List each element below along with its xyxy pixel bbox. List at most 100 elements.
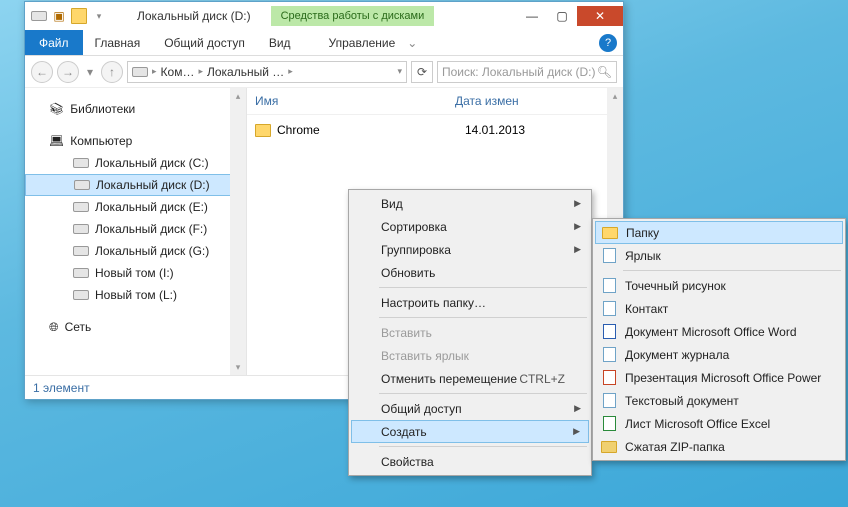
new-text[interactable]: Текстовый документ [595, 389, 843, 412]
col-date[interactable]: Дата измен [455, 94, 519, 108]
new-word[interactable]: Документ Microsoft Office Word [595, 320, 843, 343]
nav-drive-f[interactable]: Локальный диск (F:) [25, 218, 246, 240]
ctx-properties[interactable]: Свойства [351, 450, 589, 473]
separator [379, 446, 587, 447]
nav-drive-c[interactable]: Локальный диск (C:) [25, 152, 246, 174]
tab-file[interactable]: Файл [25, 30, 83, 55]
nav-label: Локальный диск (E:) [95, 200, 208, 214]
new-shortcut[interactable]: Ярлык [595, 244, 843, 267]
nav-drive-d[interactable]: Локальный диск (D:) [25, 174, 246, 196]
maximize-button[interactable]: ▢ [547, 6, 577, 26]
drive-icon [73, 268, 89, 278]
nav-computer[interactable]: 💻︎Компьютер [25, 130, 246, 152]
ctx-group[interactable]: Группировка▶ [351, 238, 589, 261]
network-icon: 🌐︎ [49, 320, 59, 335]
ctx-view[interactable]: Вид▶ [351, 192, 589, 215]
ctx-label: Отменить перемещение [381, 372, 517, 386]
drive-icon [132, 67, 148, 77]
breadcrumb-2[interactable]: Локальный … [207, 65, 284, 79]
drive-icon [73, 224, 89, 234]
refresh-button[interactable]: ⟳ [411, 61, 433, 83]
ctx-new[interactable]: Создать▶ [351, 420, 589, 443]
history-chevron-icon[interactable]: ▾ [83, 65, 97, 79]
search-input[interactable]: Поиск: Локальный диск (D:) 🔍︎ [437, 61, 617, 83]
nav-drive-i[interactable]: Новый том (I:) [25, 262, 246, 284]
ribbon-expand-icon[interactable]: ⌄ [407, 36, 417, 50]
ctx-label: Настроить папку… [381, 296, 486, 310]
address-box[interactable]: ▸ Ком… ▸ Локальный … ▸ ▾ [127, 61, 407, 83]
journal-icon [601, 347, 617, 363]
new-powerpoint[interactable]: Презентация Microsoft Office Power [595, 366, 843, 389]
new-folder-icon[interactable] [71, 8, 87, 24]
minimize-button[interactable]: — [517, 6, 547, 26]
tab-manage[interactable]: Управление [317, 30, 408, 55]
ctx-undo-move[interactable]: Отменить перемещениеCTRL+Z [351, 367, 589, 390]
list-item[interactable]: Chrome 14.01.2013 [247, 119, 623, 141]
nav-label: Сеть [65, 320, 92, 334]
drive-icon [73, 290, 89, 300]
ctx-sort[interactable]: Сортировка▶ [351, 215, 589, 238]
ribbon-tabs: Файл Главная Общий доступ Вид Управление… [25, 30, 623, 56]
close-button[interactable]: ✕ [577, 6, 623, 26]
new-bitmap[interactable]: Точечный рисунок [595, 274, 843, 297]
ctx-label: Документ Microsoft Office Word [625, 325, 797, 339]
nav-drive-e[interactable]: Локальный диск (E:) [25, 196, 246, 218]
ctx-paste-shortcut: Вставить ярлык [351, 344, 589, 367]
contextual-tab-label[interactable]: Средства работы с дисками [271, 6, 435, 26]
tab-home[interactable]: Главная [83, 30, 153, 55]
new-folder[interactable]: Папку [595, 221, 843, 244]
breadcrumb-sep[interactable]: ▸ [288, 66, 293, 77]
ctx-label: Лист Microsoft Office Excel [625, 417, 770, 431]
address-chevron-icon[interactable]: ▾ [397, 66, 402, 77]
folder-icon [602, 225, 618, 241]
ctx-share[interactable]: Общий доступ▶ [351, 397, 589, 420]
back-button[interactable]: ← [31, 61, 53, 83]
nav-label: Новый том (L:) [95, 288, 177, 302]
ctx-label: Точечный рисунок [625, 279, 726, 293]
tab-view[interactable]: Вид [257, 30, 303, 55]
separator [623, 270, 841, 271]
nav-network[interactable]: 🌐︎ Сеть [25, 316, 246, 338]
new-contact[interactable]: Контакт [595, 297, 843, 320]
submenu-arrow-icon: ▶ [574, 403, 581, 414]
submenu-arrow-icon: ▶ [573, 426, 580, 437]
help-button[interactable]: ? [599, 34, 617, 52]
excel-icon [601, 416, 617, 432]
ctx-customize[interactable]: Настроить папку… [351, 291, 589, 314]
nav-drive-g[interactable]: Локальный диск (G:) [25, 240, 246, 262]
nav-label: Библиотеки [70, 102, 135, 116]
new-excel[interactable]: Лист Microsoft Office Excel [595, 412, 843, 435]
nav-libraries[interactable]: 📚︎ Библиотеки [25, 98, 246, 120]
nav-label: Локальный диск (D:) [96, 178, 210, 192]
forward-button[interactable]: → [57, 61, 79, 83]
breadcrumb-1[interactable]: Ком… [161, 65, 195, 79]
tab-share[interactable]: Общий доступ [152, 30, 257, 55]
address-bar: ← → ▾ ↑ ▸ Ком… ▸ Локальный … ▸ ▾ ⟳ Поиск… [25, 56, 623, 88]
col-name[interactable]: Имя [255, 94, 455, 108]
drive-icon [73, 246, 89, 256]
nav-drive-l[interactable]: Новый том (L:) [25, 284, 246, 306]
separator [379, 393, 587, 394]
up-button[interactable]: ↑ [101, 61, 123, 83]
nav-scrollbar[interactable]: ▴▾ [230, 88, 246, 375]
new-journal[interactable]: Документ журнала [595, 343, 843, 366]
ctx-label: Презентация Microsoft Office Power [625, 371, 821, 385]
separator [379, 317, 587, 318]
ctx-label: Ярлык [625, 249, 661, 263]
ctx-label: Папку [626, 226, 659, 240]
breadcrumb-sep[interactable]: ▸ [152, 66, 157, 77]
ctx-label: Свойства [381, 455, 434, 469]
contact-icon [601, 301, 617, 317]
submenu-arrow-icon: ▶ [574, 244, 581, 255]
new-zip[interactable]: Сжатая ZIP-папка [595, 435, 843, 458]
qat-chevron-icon[interactable]: ▾ [91, 8, 107, 24]
column-headers[interactable]: Имя Дата измен [247, 88, 623, 115]
ctx-refresh[interactable]: Обновить [351, 261, 589, 284]
folder-icon [255, 124, 271, 137]
powerpoint-icon [601, 370, 617, 386]
breadcrumb-sep[interactable]: ▸ [198, 66, 203, 77]
libraries-icon: 📚︎ [49, 102, 64, 116]
nav-label: Локальный диск (F:) [95, 222, 207, 236]
submenu-arrow-icon: ▶ [574, 221, 581, 232]
properties-icon[interactable]: ▣ [51, 8, 67, 24]
